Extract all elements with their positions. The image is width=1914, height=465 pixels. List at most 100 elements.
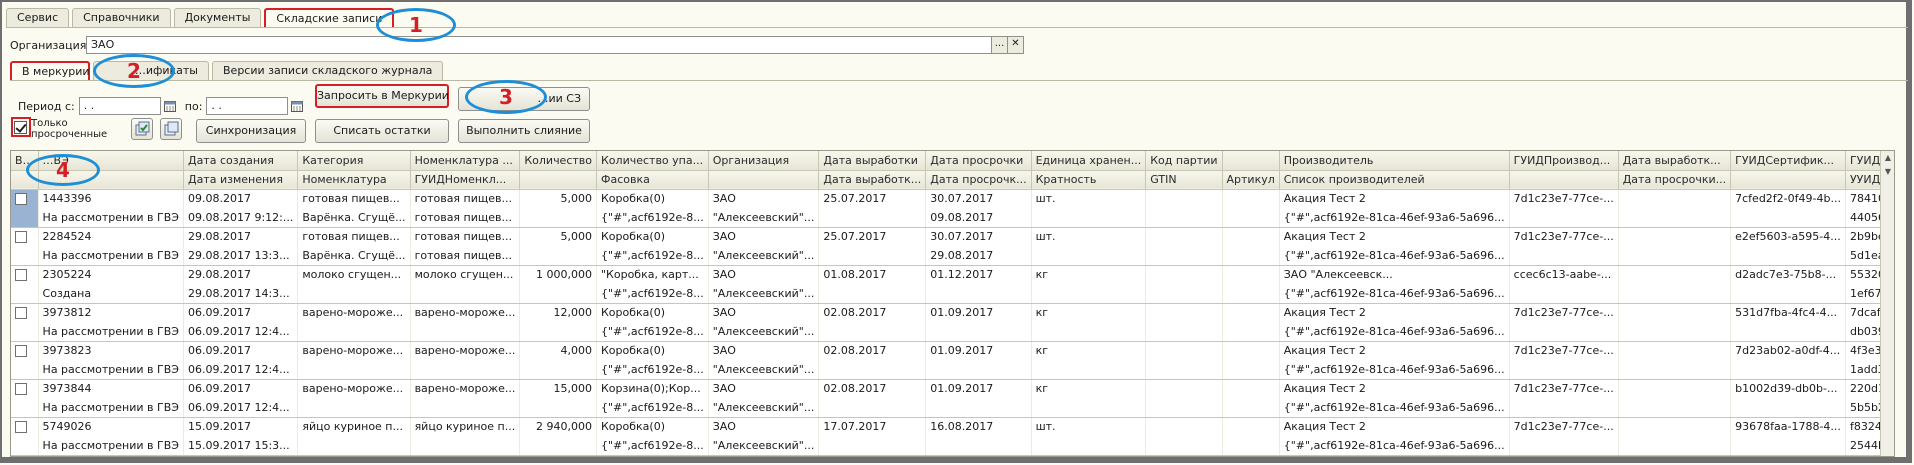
header-cell-sub[interactable]: Дата выработк...: [818, 170, 927, 190]
organization-input[interactable]: ЗАО: [86, 36, 992, 54]
header-cell-sub[interactable]: Дата изменения: [183, 170, 299, 190]
table-cell: [818, 436, 927, 456]
table-row[interactable]: 2305224 29.08.2017 молоко сгущен... молоко …: [11, 265, 1894, 284]
tab-service[interactable]: Сервис: [6, 8, 70, 28]
table-row[interactable]: 2284524 29.08.2017 готовая пищев... готовая…: [11, 227, 1894, 246]
table-row[interactable]: На рассмотрении в ГВЭ 09.08.2017 9:12:...…: [11, 208, 1894, 228]
table-cell: e2ef5603-a595-4...: [1730, 227, 1846, 246]
row-select-cell: [11, 265, 39, 284]
table-row[interactable]: На рассмотрении в ГВЭ 29.08.2017 13:3... В…: [11, 246, 1894, 266]
row-checkbox[interactable]: [15, 383, 27, 396]
table-row[interactable]: 3973844 06.09.2017 варено-мороже... варено-…: [11, 379, 1894, 398]
table-row[interactable]: 3973823 06.09.2017 варено-мороже... варено-…: [11, 341, 1894, 360]
header-cell-sub[interactable]: Дата просрочки...: [1618, 170, 1732, 190]
header-cell-sub[interactable]: [519, 170, 597, 190]
table-cell: [297, 398, 411, 418]
header-cell[interactable]: Организация: [708, 151, 820, 171]
callout-2: 2: [93, 54, 175, 88]
table-row[interactable]: На рассмотрении в ГВЭ 15.09.2017 15:3... {…: [11, 436, 1894, 456]
tab-warehouse-records[interactable]: Складские записи: [264, 8, 395, 28]
header-cell-sub[interactable]: Список производителей: [1279, 170, 1510, 190]
merge-button[interactable]: Выполнить слияние: [458, 119, 590, 143]
tab-directories[interactable]: Справочники: [72, 8, 171, 28]
table-cell: 01.09.2017: [925, 303, 1032, 322]
table-row[interactable]: 1443396 09.08.2017 готовая пищев... готовая…: [11, 189, 1894, 208]
table-row[interactable]: Создана 29.08.2017 14:3... {"#",acf6192e-8…: [11, 284, 1894, 304]
tab-documents[interactable]: Документы: [173, 8, 262, 28]
table-cell: [1145, 341, 1223, 360]
write-off-button[interactable]: Списать остатки: [315, 119, 449, 143]
scroll-up-icon[interactable]: ▲: [1881, 151, 1894, 165]
header-cell[interactable]: Дата создания: [183, 151, 299, 171]
row-checkbox[interactable]: [15, 231, 27, 244]
header-cell[interactable]: Производитель: [1279, 151, 1510, 171]
table-cell: 30.07.2017: [925, 189, 1032, 208]
table-cell: {"#",acf6192e-81ca-46ef-93a6-5a696...: [1279, 284, 1510, 304]
scroll-down-icon[interactable]: ▼: [1881, 165, 1894, 179]
table-cell: ЗАО "Алексеевск...: [1279, 265, 1510, 284]
table-cell: [1509, 284, 1619, 304]
table-cell: На рассмотрении в ГВЭ: [38, 360, 184, 380]
table-cell: ЗАО: [708, 379, 820, 398]
row-checkbox[interactable]: [15, 269, 27, 282]
header-cell-sub[interactable]: Дата просрочк...: [925, 170, 1032, 190]
row-checkbox[interactable]: [15, 193, 27, 206]
table-cell: Акация Тест 2: [1279, 303, 1510, 322]
header-cell-sub[interactable]: Фасовка: [596, 170, 709, 190]
header-cell[interactable]: ГУИДСертифик...: [1730, 151, 1846, 171]
sync-button[interactable]: Синхронизация: [196, 119, 306, 143]
table-row[interactable]: На рассмотрении в ГВЭ 06.09.2017 12:4... {…: [11, 398, 1894, 418]
period-from-input[interactable]: . .: [78, 97, 161, 115]
header-cell[interactable]: Количество: [519, 151, 597, 171]
header-cell[interactable]: Дата выработки: [818, 151, 927, 171]
table-cell: [925, 322, 1032, 342]
table-cell: 5,000: [519, 189, 597, 208]
header-cell[interactable]: Единица хранен...: [1031, 151, 1147, 171]
vertical-scrollbar[interactable]: ▲ ▼: [1880, 151, 1894, 456]
header-cell-sub[interactable]: Номенклатура: [297, 170, 411, 190]
header-cell[interactable]: ГУИДПроизвод...: [1509, 151, 1619, 171]
header-cell[interactable]: [1222, 151, 1280, 171]
header-cell[interactable]: Номенклатура ...: [410, 151, 521, 171]
header-cell[interactable]: Код партии: [1145, 151, 1223, 171]
tab-in-mercury[interactable]: В меркурии: [10, 61, 90, 81]
header-cell-sub[interactable]: Артикул: [1222, 170, 1280, 190]
table-cell: 7cfed2f2-0f49-4b...: [1730, 189, 1846, 208]
header-cell-sub[interactable]: Кратность: [1031, 170, 1147, 190]
row-checkbox[interactable]: [15, 345, 27, 358]
table-cell: На рассмотрении в ГВЭ: [38, 246, 184, 266]
table-cell: кг: [1031, 265, 1147, 284]
tab-warehouse-journal-versions[interactable]: Версии записи складского журнала: [212, 61, 444, 81]
header-cell-sub[interactable]: [1730, 170, 1846, 190]
header-cell[interactable]: Дата выработк...: [1618, 151, 1732, 171]
table-cell: Коробка(0): [596, 189, 709, 208]
header-cell[interactable]: Категория: [297, 151, 411, 171]
calendar-icon[interactable]: [290, 97, 304, 115]
header-cell-sub[interactable]: GTIN: [1145, 170, 1223, 190]
period-to-input[interactable]: . .: [206, 97, 289, 115]
table-row[interactable]: 5749026 15.09.2017 яйцо куриное п... яйцо к…: [11, 417, 1894, 436]
query-mercury-button[interactable]: Запросить в Меркурии: [315, 84, 449, 108]
organization-clear-button[interactable]: ✕: [1008, 36, 1024, 54]
table-cell: [1618, 246, 1732, 266]
table-cell: 4,000: [519, 341, 597, 360]
refresh-icon[interactable]: [131, 118, 153, 140]
table-row[interactable]: На рассмотрении в ГВЭ 06.09.2017 12:4... {…: [11, 360, 1894, 380]
header-cell-sub[interactable]: ГУИДНоменкл...: [410, 170, 521, 190]
header-cell[interactable]: Дата просрочки: [925, 151, 1032, 171]
row-checkbox[interactable]: [15, 307, 27, 320]
header-cell[interactable]: Количество упа...: [596, 151, 709, 171]
table-row[interactable]: 3973812 06.09.2017 варено-мороже... варено-…: [11, 303, 1894, 322]
table-cell: 29.08.2017 13:3...: [183, 246, 299, 266]
table-cell: 15.09.2017 15:3...: [183, 436, 299, 456]
table-cell: 5,000: [519, 227, 597, 246]
table-row[interactable]: На рассмотрении в ГВЭ 06.09.2017 12:4... {…: [11, 322, 1894, 342]
header-cell-sub[interactable]: [708, 170, 820, 190]
organization-select-button[interactable]: ...: [992, 36, 1008, 54]
row-checkbox[interactable]: [15, 421, 27, 434]
copy-icon[interactable]: [160, 118, 182, 140]
table-cell: 1 000,000: [519, 265, 597, 284]
table-cell: [1145, 360, 1223, 380]
calendar-icon[interactable]: [163, 97, 177, 115]
header-cell-sub[interactable]: [1509, 170, 1619, 190]
